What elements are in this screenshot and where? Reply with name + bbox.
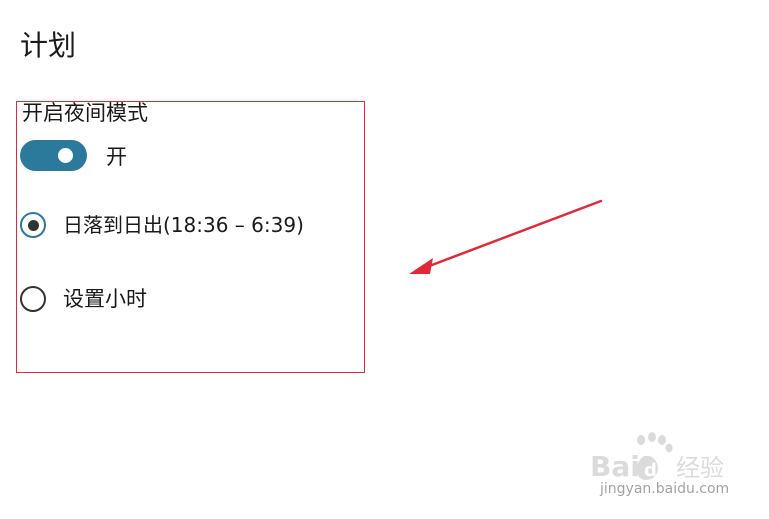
watermark-url: jingyan.baidu.com [600, 481, 730, 497]
radio-unselected-icon [20, 286, 46, 312]
toggle-state-label: 开 [106, 145, 127, 169]
svg-text:Bai: Bai [590, 450, 640, 483]
radio-sunset-to-sunrise[interactable]: 日落到日出(18:36 – 6:39) [20, 209, 304, 241]
page-title: 计划 [20, 29, 77, 62]
radio-selected-icon [20, 212, 46, 238]
night-mode-toggle[interactable] [20, 140, 87, 171]
annotation-arrow-icon [409, 199, 603, 274]
radio-set-hours[interactable]: 设置小时 [20, 283, 147, 315]
radio-dot [27, 219, 39, 231]
svg-text:du: du [644, 460, 670, 481]
radio-label-set-hours: 设置小时 [63, 287, 147, 311]
svg-text:经验: 经验 [676, 454, 724, 482]
radio-label-sunset-to-sunrise: 日落到日出(18:36 – 6:39) [63, 213, 304, 237]
toggle-knob [58, 148, 73, 163]
night-mode-label: 开启夜间模式 [22, 101, 148, 125]
